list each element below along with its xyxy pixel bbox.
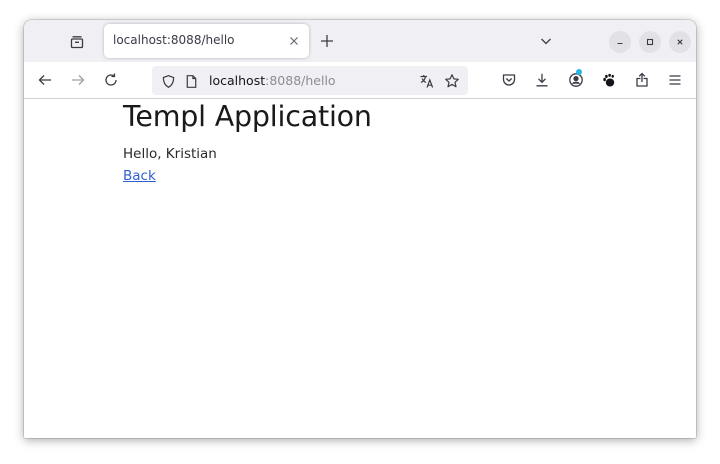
- maximize-icon: [646, 38, 654, 46]
- greeting-text: Hello, Kristian: [123, 146, 217, 162]
- pocket-icon: [502, 74, 516, 86]
- close-icon: [290, 37, 298, 45]
- reload-icon: [105, 73, 117, 86]
- url-path: :8088/hello: [265, 73, 336, 88]
- browser-window: localhost:8088/hello localhost:8088/hell…: [24, 20, 696, 438]
- shield-icon[interactable]: [157, 70, 179, 92]
- extension-button[interactable]: [595, 66, 623, 94]
- tab-active[interactable]: localhost:8088/hello: [104, 24, 309, 58]
- gnome-foot-icon: [603, 73, 615, 87]
- list-all-tabs-button[interactable]: [531, 26, 561, 56]
- menu-button[interactable]: [661, 66, 689, 94]
- minimize-icon: [617, 42, 623, 45]
- reload-button[interactable]: [97, 66, 125, 94]
- chevron-down-icon: [541, 38, 551, 45]
- page-content: Templ Application Hello, Kristian Back: [24, 99, 696, 438]
- star-icon[interactable]: [441, 70, 463, 92]
- forward-arrow-icon: [72, 75, 85, 85]
- tab-overview-icon[interactable]: [62, 27, 92, 57]
- new-tab-button[interactable]: [312, 26, 342, 56]
- downloads-button[interactable]: [528, 66, 556, 94]
- url-bar[interactable]: localhost:8088/hello: [152, 66, 468, 95]
- hamburger-menu-icon: [669, 75, 681, 85]
- page-title: Templ Application: [123, 100, 372, 133]
- url-text[interactable]: localhost:8088/hello: [209, 73, 336, 88]
- account-icon: [569, 73, 583, 87]
- navigation-toolbar: localhost:8088/hello: [24, 62, 696, 99]
- tab-close-button[interactable]: [283, 29, 305, 53]
- back-arrow-icon: [38, 75, 51, 85]
- forward-button[interactable]: [64, 66, 92, 94]
- minimize-button[interactable]: [609, 31, 631, 53]
- download-icon: [536, 73, 548, 87]
- maximize-button[interactable]: [639, 31, 661, 53]
- account-button[interactable]: [562, 66, 590, 94]
- share-icon: [636, 72, 648, 87]
- plus-icon: [321, 35, 333, 47]
- tab-strip: localhost:8088/hello: [24, 20, 696, 62]
- notification-dot: [576, 69, 582, 75]
- translate-icon[interactable]: [416, 70, 438, 92]
- page-icon[interactable]: [180, 70, 202, 92]
- pocket-button[interactable]: [495, 66, 523, 94]
- back-button[interactable]: [31, 66, 59, 94]
- url-host: localhost: [209, 73, 266, 88]
- close-icon: [677, 39, 683, 45]
- back-link[interactable]: Back: [123, 168, 156, 184]
- close-window-button[interactable]: [669, 31, 691, 53]
- share-button[interactable]: [628, 66, 656, 94]
- tab-title: localhost:8088/hello: [113, 33, 235, 47]
